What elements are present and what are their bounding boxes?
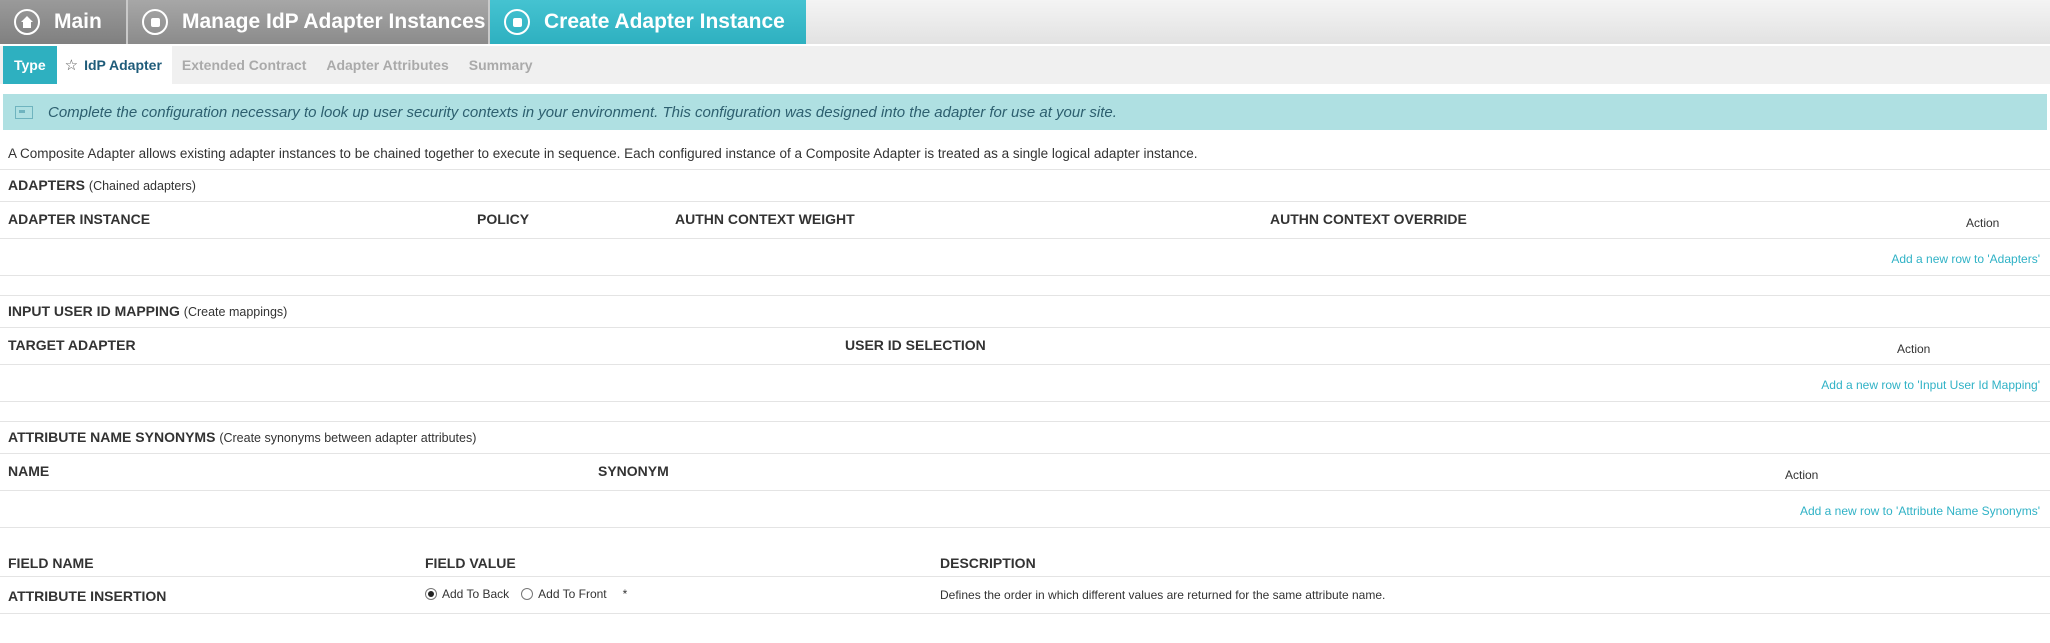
breadcrumb-main[interactable]: Main	[0, 0, 128, 44]
add-input-mapping-row-link[interactable]: Add a new row to 'Input User Id Mapping'	[1821, 378, 2040, 392]
tab-adapter-attributes[interactable]: Adapter Attributes	[316, 46, 458, 84]
add-to-back-label[interactable]: Add To Back	[442, 587, 509, 601]
fields-table-header: FIELD NAME FIELD VALUE DESCRIPTION	[0, 546, 2050, 577]
divider	[0, 276, 2050, 296]
synonyms-title: ATTRIBUTE NAME SYNONYMS	[8, 429, 216, 445]
attribute-insertion-radio-group: Add To Back Add To Front *	[425, 587, 627, 601]
column-header: NAME	[8, 463, 50, 479]
input-mapping-section-title: INPUT USER ID MAPPING (Create mappings)	[0, 296, 2050, 328]
column-header: USER ID SELECTION	[845, 337, 986, 353]
tab-type[interactable]: Type	[3, 46, 57, 84]
action-column-header: Action	[1966, 216, 2000, 230]
adapters-table-header: ADAPTER INSTANCE POLICY AUTHN CONTEXT WE…	[0, 202, 2050, 239]
column-header: FIELD VALUE	[425, 555, 516, 571]
adapters-title: ADAPTERS	[8, 177, 86, 193]
tab-extended-contract[interactable]: Extended Contract	[172, 46, 316, 84]
info-message: Complete the configuration necessary to …	[48, 103, 1117, 121]
adapters-add-row: Add a new row to 'Adapters'	[0, 239, 2050, 276]
column-header: AUTHN CONTEXT WEIGHT	[675, 211, 855, 227]
field-description: Defines the order in which different val…	[940, 588, 1386, 602]
action-column-header: Action	[1785, 468, 1819, 482]
breadcrumb-manage[interactable]: Manage IdP Adapter Instances	[128, 0, 490, 44]
input-mapping-table-header: TARGET ADAPTER USER ID SELECTION Action	[0, 328, 2050, 365]
column-header: AUTHN CONTEXT OVERRIDE	[1270, 211, 1467, 227]
tab-idp-adapter[interactable]: ☆ IdP Adapter	[56, 46, 172, 84]
adapter-description: A Composite Adapter allows existing adap…	[0, 139, 2050, 170]
action-column-header: Action	[1897, 342, 1931, 356]
input-mapping-title: INPUT USER ID MAPPING	[8, 303, 180, 319]
breadcrumb-nav: Main Manage IdP Adapter Instances Create…	[0, 0, 2050, 44]
column-header: FIELD NAME	[8, 555, 94, 571]
tab-idp-adapter-label: IdP Adapter	[84, 57, 162, 73]
info-banner: Complete the configuration necessary to …	[3, 94, 2047, 130]
input-mapping-add-row: Add a new row to 'Input User Id Mapping'	[0, 365, 2050, 402]
breadcrumb-create: Create Adapter Instance	[490, 0, 806, 44]
divider	[0, 402, 2050, 422]
tab-summary[interactable]: Summary	[459, 46, 543, 84]
wizard-tabs: Type ☆ IdP Adapter Extended Contract Ada…	[0, 46, 2050, 84]
add-to-back-radio[interactable]	[425, 588, 437, 600]
breadcrumb-main-label: Main	[54, 10, 102, 33]
adapters-subtitle: (Chained adapters)	[88, 179, 196, 193]
star-icon: ☆	[64, 57, 79, 74]
input-mapping-subtitle: (Create mappings)	[183, 305, 288, 319]
message-icon	[15, 105, 33, 119]
synonyms-subtitle: (Create synonyms between adapter attribu…	[219, 431, 477, 445]
square-circle-icon	[504, 9, 530, 35]
column-header: POLICY	[477, 211, 530, 227]
synonyms-add-row: Add a new row to 'Attribute Name Synonym…	[0, 491, 2050, 528]
synonyms-section-title: ATTRIBUTE NAME SYNONYMS (Create synonyms…	[0, 422, 2050, 454]
square-circle-icon	[142, 9, 168, 35]
add-to-front-label[interactable]: Add To Front	[538, 587, 606, 601]
add-adapter-row-link[interactable]: Add a new row to 'Adapters'	[1891, 252, 2040, 266]
synonyms-table-header: NAME SYNONYM Action	[0, 454, 2050, 491]
column-header: ADAPTER INSTANCE	[8, 211, 151, 227]
field-name: ATTRIBUTE INSERTION	[8, 588, 167, 604]
breadcrumb-manage-label: Manage IdP Adapter Instances	[182, 10, 486, 33]
column-header: SYNONYM	[598, 463, 669, 479]
table-row: ATTRIBUTE INSERTION Add To Back Add To F…	[0, 577, 2050, 614]
column-header: DESCRIPTION	[940, 555, 1036, 571]
home-icon	[14, 9, 40, 35]
add-to-front-radio[interactable]	[521, 588, 534, 600]
required-marker: *	[622, 587, 628, 601]
column-header: TARGET ADAPTER	[8, 337, 136, 353]
breadcrumb-create-label: Create Adapter Instance	[544, 10, 785, 33]
adapters-section-title: ADAPTERS (Chained adapters)	[0, 170, 2050, 202]
add-synonym-row-link[interactable]: Add a new row to 'Attribute Name Synonym…	[1800, 504, 2040, 518]
